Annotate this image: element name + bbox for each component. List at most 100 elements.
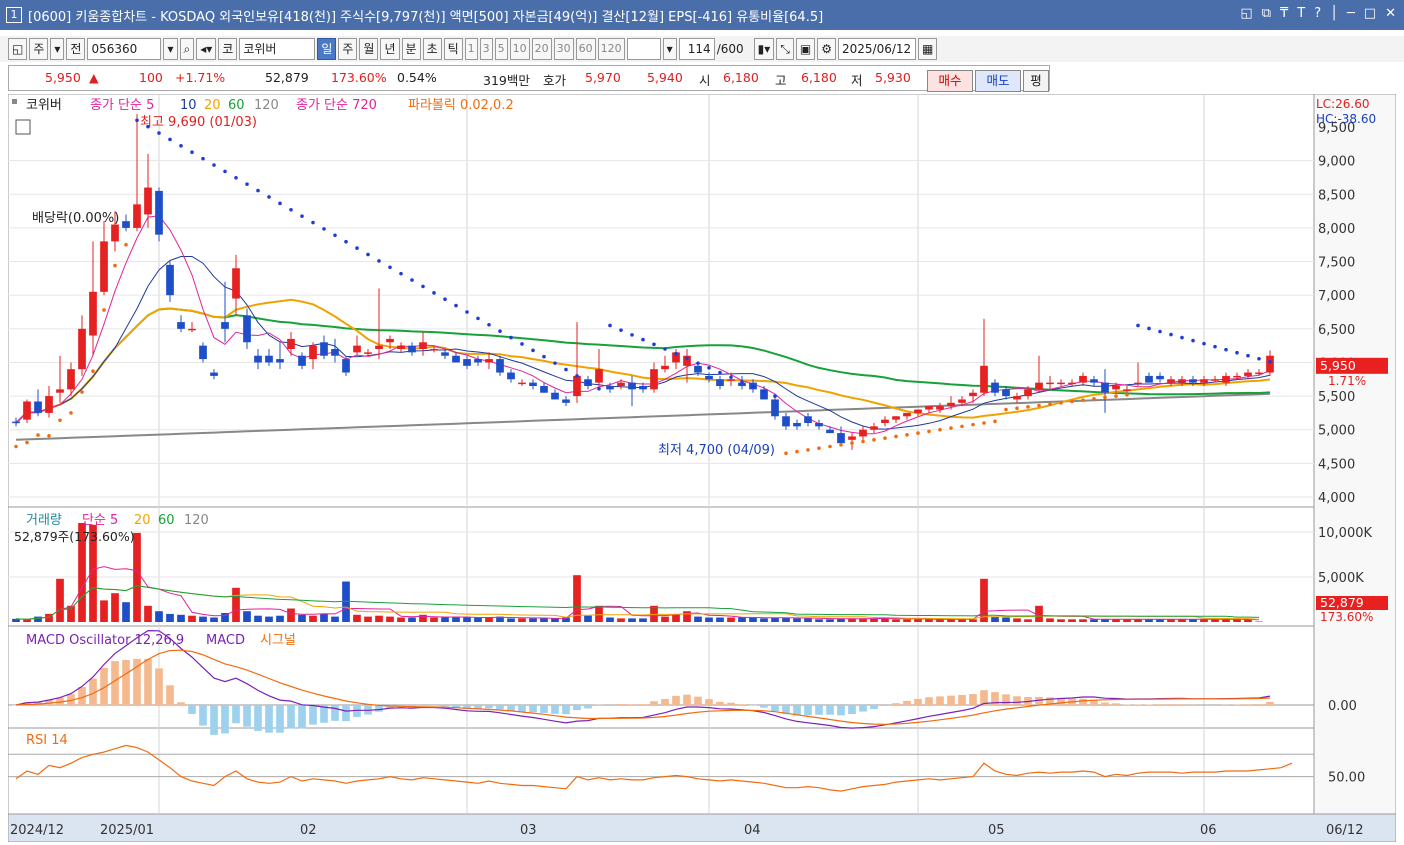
interval-button[interactable]: 60 (576, 38, 596, 60)
calendar-icon[interactable]: ▦ (918, 38, 937, 60)
macd-osc-bar (298, 705, 306, 728)
window-icon[interactable]: ◱ (8, 38, 27, 60)
candle-body (881, 420, 889, 423)
close-icon[interactable]: ✕ (1385, 6, 1396, 21)
stock-name-field[interactable]: 코위버 (239, 38, 315, 60)
table-icon[interactable] (16, 120, 30, 134)
legend-macd[interactable]: MACD (206, 633, 245, 648)
volume-ratio: 173.60% (331, 70, 387, 85)
sar-dot (80, 390, 84, 394)
interval-button[interactable]: 1 (465, 38, 478, 60)
save-icon[interactable]: ▣ (796, 38, 815, 60)
sar-dot (1070, 400, 1074, 404)
legend-vol-ma60[interactable]: 60 (158, 513, 175, 528)
gear-icon[interactable]: ⚙ (817, 38, 836, 60)
legend-signal[interactable]: 시그널 (260, 633, 296, 648)
period-tick-tab[interactable]: 틱 (444, 38, 463, 60)
volume-bar (243, 611, 251, 622)
period-second-tab[interactable]: 초 (423, 38, 442, 60)
volume-bar (529, 618, 537, 622)
candle-body (859, 430, 867, 437)
macd-tick-label: 0.00 (1328, 699, 1357, 714)
date-input[interactable]: 2025/06/12 (838, 38, 916, 60)
code-dropdown-icon[interactable]: ▾ (163, 38, 177, 60)
volume-bar (122, 602, 130, 622)
maximize-icon[interactable]: □ (1364, 6, 1376, 21)
macd-osc-bar (705, 699, 713, 705)
interval-button[interactable]: 20 (532, 38, 552, 60)
legend-ma120[interactable]: 120 (254, 98, 279, 113)
candle-body (1222, 376, 1230, 383)
sar-dot (971, 423, 975, 427)
macd-osc-bar (848, 705, 856, 714)
volume-bar (386, 617, 394, 622)
stock-code-input[interactable]: 056360 (87, 38, 161, 60)
period-year-tab[interactable]: 년 (380, 38, 399, 60)
font-icon[interactable]: T (1297, 6, 1305, 21)
low-note: 최저 4,700 (04/09) (658, 443, 775, 458)
chart-area[interactable]: 9,5009,0008,5008,0007,5007,0006,5006,000… (8, 94, 1396, 842)
price-tick-label: 8,000 (1318, 222, 1355, 237)
legend-ma5[interactable]: 종가 단순 5 (90, 98, 154, 113)
macd-osc-bar (749, 705, 757, 706)
candle-body (716, 379, 724, 386)
legend-volume[interactable]: 거래량 (26, 513, 62, 528)
sar-dot (234, 176, 238, 180)
buy-button[interactable]: 매수 (927, 70, 973, 92)
macd-osc-bar (221, 705, 229, 733)
count-input[interactable]: 114 (679, 38, 715, 60)
interval-button[interactable]: 5 (495, 38, 508, 60)
tool-icon[interactable]: ⤡ (776, 38, 794, 60)
legend-ma10[interactable]: 10 (180, 98, 197, 113)
mode-dropdown-icon[interactable]: ▾ (50, 38, 64, 60)
interval-input[interactable] (627, 38, 661, 60)
period-day-tab[interactable]: 일 (317, 38, 336, 60)
volume-bar (991, 617, 999, 622)
search-icon[interactable]: ⌕ (180, 38, 195, 60)
prev-button[interactable]: 전 (66, 38, 85, 60)
interval-button[interactable]: 10 (510, 38, 530, 60)
legend-vol-ma5[interactable]: 단순 5 (82, 513, 118, 528)
legend-vol-ma20[interactable]: 20 (134, 513, 151, 528)
help-icon[interactable]: ? (1314, 6, 1321, 21)
sar-dot (47, 434, 51, 438)
mode-select[interactable]: 주 (29, 38, 48, 60)
interval-button[interactable]: 120 (598, 38, 625, 60)
restore-icon[interactable]: ◱ (1240, 6, 1252, 21)
legend-macd-osc[interactable]: MACD Oscillator 12,26,9 (26, 633, 184, 648)
tile-icon[interactable]: ⧉ (1262, 6, 1271, 21)
legend-ma60[interactable]: 60 (228, 98, 245, 113)
pin-icon[interactable]: ₸ (1280, 6, 1288, 21)
macd-osc-bar (254, 705, 262, 731)
interval-button[interactable]: 30 (554, 38, 574, 60)
minimize-icon[interactable]: ─ (1347, 6, 1355, 21)
volume-bar (364, 617, 372, 622)
legend-rsi[interactable]: RSI 14 (26, 733, 68, 748)
sar-dot (1125, 393, 1129, 397)
legend-ma20[interactable]: 20 (204, 98, 221, 113)
interval-dropdown-icon[interactable]: ▾ (663, 38, 677, 60)
legend-vol-ma120[interactable]: 120 (184, 513, 209, 528)
sell-button[interactable]: 매도 (975, 70, 1021, 92)
candle-body (1112, 386, 1120, 389)
legend-stock[interactable]: 코위버 (26, 98, 62, 113)
macd-osc-bar (661, 699, 669, 705)
candle-body (166, 265, 174, 295)
compare-icon[interactable]: ▮▾ (754, 38, 775, 60)
legend-parabolic[interactable]: 파라볼릭 0.02,0.2 (408, 98, 514, 113)
period-month-tab[interactable]: 월 (359, 38, 378, 60)
market-button[interactable]: 코 (218, 38, 237, 60)
chart-svg[interactable]: 9,5009,0008,5008,0007,5007,0006,5006,000… (8, 94, 1396, 842)
candle-body (1244, 373, 1252, 376)
avg-button[interactable]: 평 (1023, 70, 1049, 92)
sound-icon[interactable]: ◂▾ (196, 38, 216, 60)
legend-ma720[interactable]: 종가 단순 720 (296, 98, 377, 113)
sar-dot (476, 317, 480, 321)
interval-button[interactable]: 3 (480, 38, 493, 60)
sar-dot (377, 259, 381, 263)
volume-bar (309, 616, 317, 622)
period-minute-tab[interactable]: 분 (402, 38, 421, 60)
period-week-tab[interactable]: 주 (338, 38, 357, 60)
sar-dot (630, 333, 634, 337)
sar-dot (1103, 396, 1107, 400)
